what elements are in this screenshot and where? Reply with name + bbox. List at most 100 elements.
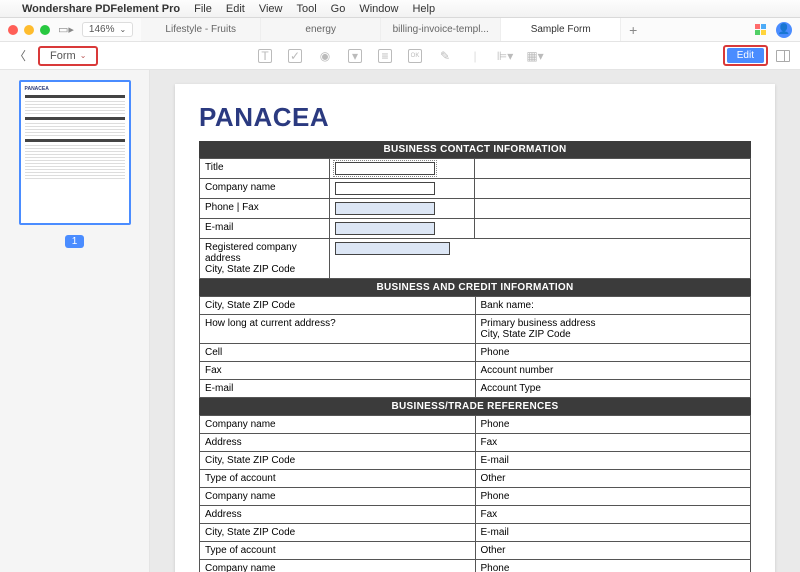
table-row: City, State ZIP CodeE-mail (200, 524, 751, 542)
form-input-company[interactable] (335, 182, 435, 195)
user-avatar-icon[interactable]: 👤 (776, 22, 792, 38)
menu-help[interactable]: Help (412, 3, 435, 15)
form-dropdown-label: Form (50, 50, 76, 62)
zoom-window-icon[interactable] (40, 25, 50, 35)
table-row: Company namePhone (200, 560, 751, 572)
tab-0[interactable]: Lifestyle - Fruits (141, 18, 261, 41)
field-label: Other (475, 470, 751, 488)
form-input-address[interactable] (335, 242, 450, 255)
page-thumbnail-1[interactable]: PANACEA (19, 80, 131, 225)
table-row: Company name (200, 179, 751, 199)
form-input-email[interactable] (335, 222, 435, 235)
workspace: PANACEA 1 PANACEA BUSINESS CONTACT INFOR… (0, 70, 800, 572)
table-row: Title (200, 159, 751, 179)
align-icon[interactable]: ⊫▾ (498, 49, 512, 63)
menu-tool[interactable]: Tool (296, 3, 316, 15)
combo-icon[interactable]: ▾ (348, 49, 362, 63)
app-name[interactable]: Wondershare PDFelement Pro (22, 3, 180, 15)
field-label: E-mail (475, 452, 751, 470)
field-label: Fax (200, 362, 476, 380)
form-input-title[interactable] (335, 162, 435, 175)
table-row: FaxAccount number (200, 362, 751, 380)
section-header-0: BUSINESS CONTACT INFORMATION (199, 141, 751, 158)
section-header-2: BUSINESS/TRADE REFERENCES (199, 398, 751, 415)
table-row: City, State ZIP CodeBank name: (200, 297, 751, 315)
field-label: Type of account (200, 542, 476, 560)
field-cell (330, 199, 475, 219)
field-label: Primary business address City, State ZIP… (475, 315, 751, 344)
field-label: Company name (200, 179, 330, 199)
titlebar: ▭▸ 146% ⌄ Lifestyle - Fruits energy bill… (0, 18, 800, 42)
menu-window[interactable]: Window (359, 3, 398, 15)
table-row: City, State ZIP CodeE-mail (200, 452, 751, 470)
form-input-phone[interactable] (335, 202, 435, 215)
tab-1[interactable]: energy (261, 18, 381, 41)
add-tab-button[interactable]: + (621, 18, 645, 41)
page-viewport[interactable]: PANACEA BUSINESS CONTACT INFORMATION Tit… (150, 70, 800, 572)
toolbar: 〈 Form ⌄ T ✓ ◉ ▾ ≡ OK ✎ | ⊫▾ ▦▾ Edit (0, 42, 800, 70)
field-label: Type of account (200, 470, 476, 488)
zoom-value: 146% (89, 24, 115, 35)
field-label: Cell (200, 344, 476, 362)
table-row: Type of accountOther (200, 542, 751, 560)
field-label: City, State ZIP Code (200, 452, 476, 470)
document-title: PANACEA (199, 102, 751, 133)
field-cell (330, 239, 751, 279)
table-row: CellPhone (200, 344, 751, 362)
right-panel-toggle-icon[interactable] (776, 50, 790, 62)
menu-edit[interactable]: Edit (226, 3, 245, 15)
edit-button[interactable]: Edit (723, 45, 768, 66)
window-controls (8, 25, 50, 35)
zoom-dropdown[interactable]: 146% ⌄ (82, 22, 133, 37)
field-label: E-mail (475, 524, 751, 542)
table-row: E-mail (200, 219, 751, 239)
menu-go[interactable]: Go (331, 3, 346, 15)
field-label: Title (200, 159, 330, 179)
table-row: Company namePhone (200, 416, 751, 434)
field-label: Account Type (475, 380, 751, 398)
tab-2[interactable]: billing-invoice-templ... (381, 18, 501, 41)
close-icon[interactable] (8, 25, 18, 35)
field-cell (330, 179, 475, 199)
text-field-icon[interactable]: T (258, 49, 272, 63)
table-row: Company namePhone (200, 488, 751, 506)
field-label: Bank name: (475, 297, 751, 315)
form-dropdown[interactable]: Form ⌄ (38, 46, 98, 66)
sidebar-toggle-icon[interactable]: ▭▸ (58, 23, 74, 36)
listbox-icon[interactable]: ≡ (378, 49, 392, 63)
table-row: Phone | Fax (200, 199, 751, 219)
field-label: City, State ZIP Code (200, 524, 476, 542)
more-icon[interactable]: ▦▾ (528, 49, 542, 63)
form-tool-icons: T ✓ ◉ ▾ ≡ OK ✎ | ⊫▾ ▦▾ (258, 49, 542, 63)
section-1-table: City, State ZIP CodeBank name:How long a… (199, 296, 751, 398)
table-row: E-mailAccount Type (200, 380, 751, 398)
menu-view[interactable]: View (259, 3, 283, 15)
menu-file[interactable]: File (194, 3, 212, 15)
pdf-page: PANACEA BUSINESS CONTACT INFORMATION Tit… (175, 84, 775, 572)
field-label: Account number (475, 362, 751, 380)
field-label: E-mail (200, 380, 476, 398)
field-label: Registered company address City, State Z… (200, 239, 330, 279)
apps-grid-icon[interactable] (755, 24, 766, 35)
back-button[interactable]: 〈 (10, 47, 30, 64)
edit-button-label: Edit (727, 48, 764, 63)
field-label: Phone (475, 416, 751, 434)
field-label: Fax (475, 434, 751, 452)
table-row: AddressFax (200, 506, 751, 524)
checkbox-icon[interactable]: ✓ (288, 49, 302, 63)
section-2-table: Company namePhoneAddressFaxCity, State Z… (199, 415, 751, 572)
table-row: Type of accountOther (200, 470, 751, 488)
tab-3[interactable]: Sample Form (501, 18, 621, 41)
field-label: How long at current address? (200, 315, 476, 344)
signature-icon[interactable]: ✎ (438, 49, 452, 63)
radio-icon[interactable]: ◉ (318, 49, 332, 63)
minimize-icon[interactable] (24, 25, 34, 35)
chevron-down-icon: ⌄ (80, 51, 87, 60)
page-number-badge[interactable]: 1 (65, 235, 85, 248)
table-row: How long at current address?Primary busi… (200, 315, 751, 344)
button-icon[interactable]: OK (408, 49, 422, 63)
table-row: AddressFax (200, 434, 751, 452)
field-label: Company name (200, 488, 476, 506)
thumbnail-sidebar: PANACEA 1 (0, 70, 150, 572)
field-cell (330, 159, 475, 179)
